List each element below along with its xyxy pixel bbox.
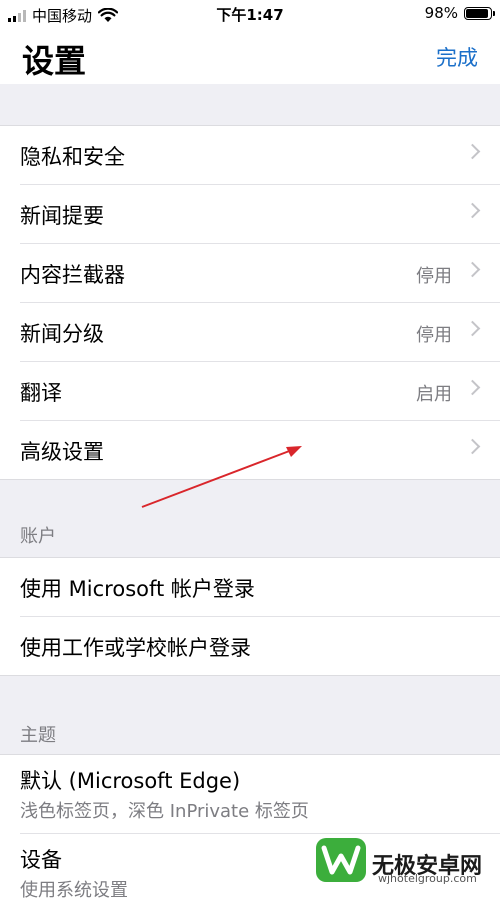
theme-item-default[interactable]: 默认 (Microsoft Edge) 浅色标签页，深色 InPrivate 标… (20, 755, 500, 834)
settings-item-label: 高级设置 (20, 440, 104, 464)
settings-item-privacy[interactable]: 隐私和安全 (20, 126, 500, 185)
watermark-logo-icon (316, 838, 366, 882)
settings-item-label: 翻译 (20, 381, 62, 405)
settings-item-translate[interactable]: 翻译 启用 (20, 362, 500, 421)
account-group: 使用 Microsoft 帐户登录 使用工作或学校帐户登录 (0, 557, 500, 676)
chevron-right-icon (464, 320, 481, 337)
theme-item-description: 浅色标签页，深色 InPrivate 标签页 (20, 801, 309, 822)
chevron-right-icon (464, 143, 481, 160)
chevron-right-icon (464, 438, 481, 455)
page-title: 设置 (22, 42, 87, 80)
account-item-label: 使用 Microsoft 帐户登录 (20, 577, 255, 601)
settings-item-label: 隐私和安全 (20, 145, 125, 169)
watermark-url: wjhotelgroup.com (378, 872, 477, 885)
account-item-microsoft[interactable]: 使用 Microsoft 帐户登录 (20, 558, 500, 617)
nav-bar: 设置 完成 (0, 28, 500, 84)
settings-item-news-rating[interactable]: 新闻分级 停用 (20, 303, 500, 362)
settings-item-news-feed[interactable]: 新闻提要 (20, 185, 500, 244)
account-item-work-school[interactable]: 使用工作或学校帐户登录 (20, 617, 500, 675)
status-bar: 中国移动 下午1:47 98% (0, 0, 500, 28)
settings-item-label: 新闻提要 (20, 204, 104, 228)
settings-item-content-blocker[interactable]: 内容拦截器 停用 (20, 244, 500, 303)
settings-item-value: 启用 (416, 384, 452, 405)
section-header-account: 账户 (20, 526, 56, 547)
theme-item-label: 默认 (Microsoft Edge) (20, 769, 241, 793)
chevron-right-icon (464, 379, 481, 396)
settings-item-value: 停用 (416, 325, 452, 346)
account-item-label: 使用工作或学校帐户登录 (20, 636, 251, 660)
settings-item-value: 停用 (416, 266, 452, 287)
battery-percent: 98% (424, 4, 458, 22)
chevron-right-icon (464, 202, 481, 219)
theme-item-label: 设备 (20, 848, 62, 872)
settings-item-label: 内容拦截器 (20, 263, 125, 287)
settings-item-advanced[interactable]: 高级设置 (20, 421, 500, 479)
status-right: 98% (424, 4, 495, 22)
battery-icon (464, 6, 495, 20)
main-settings-group: 隐私和安全 新闻提要 内容拦截器 停用 新闻分级 停用 翻译 启用 高级设置 (0, 125, 500, 480)
theme-group: 默认 (Microsoft Edge) 浅色标签页，深色 InPrivate 标… (0, 754, 500, 912)
theme-item-description: 使用系统设置 (20, 880, 128, 901)
section-header-theme: 主题 (20, 725, 56, 746)
chevron-right-icon (464, 261, 481, 278)
done-button[interactable]: 完成 (436, 42, 478, 72)
settings-item-label: 新闻分级 (20, 322, 104, 346)
